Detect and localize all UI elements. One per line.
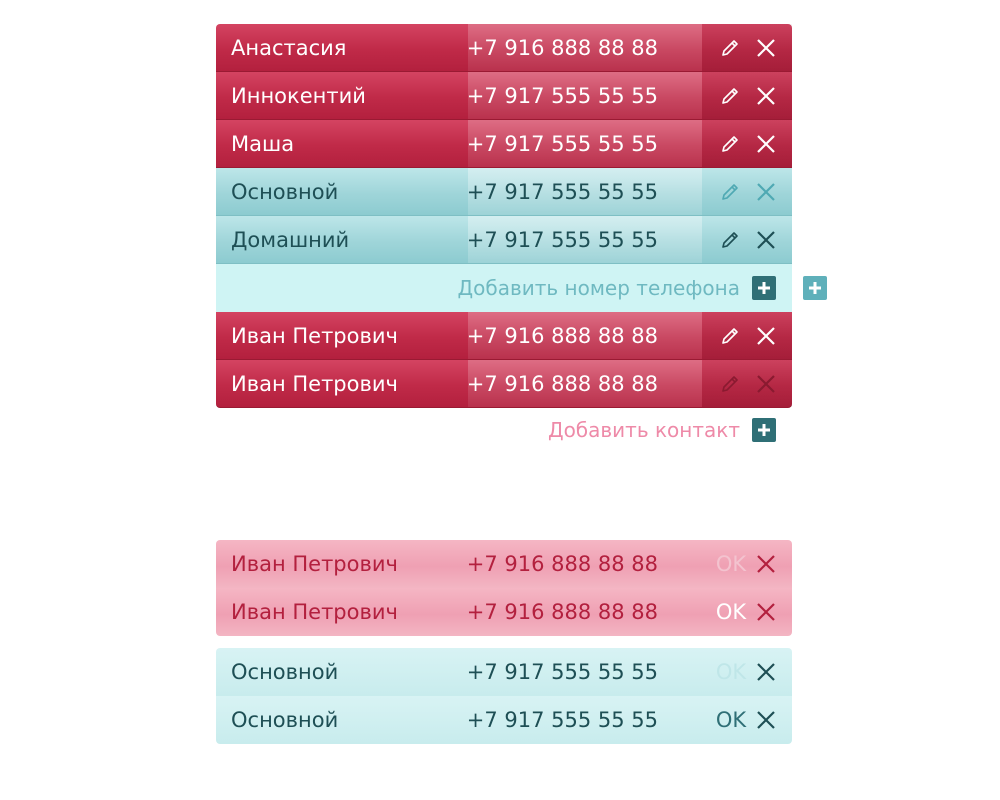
contact-name-field[interactable]: Иван Петрович bbox=[216, 600, 468, 624]
add-contact-row[interactable]: Добавить контакт bbox=[216, 418, 792, 442]
contact-row[interactable]: Анастасия +7 916 888 88 88 bbox=[216, 24, 792, 72]
ok-button[interactable]: OK bbox=[710, 552, 752, 576]
contact-row[interactable]: Маша +7 917 555 55 55 bbox=[216, 120, 792, 168]
edit-phone-list: Основной +7 917 555 55 55 OK Основной +7… bbox=[216, 648, 792, 744]
pencil-icon[interactable] bbox=[718, 324, 742, 348]
close-icon[interactable] bbox=[754, 552, 778, 576]
edit-contact-row[interactable]: Иван Петрович +7 916 888 88 88 OK bbox=[216, 540, 792, 588]
contact-row[interactable]: Иннокентий +7 917 555 55 55 bbox=[216, 72, 792, 120]
contact-name: Анастасия bbox=[231, 35, 347, 60]
phone-number-field[interactable]: +7 917 555 55 55 bbox=[467, 648, 702, 696]
add-phone-label[interactable]: Добавить номер телефона bbox=[458, 276, 741, 300]
contact-phone: +7 916 888 88 88 bbox=[467, 24, 702, 71]
ok-button[interactable]: OK bbox=[710, 660, 752, 684]
contact-phone: +7 916 888 88 88 bbox=[467, 312, 702, 359]
contact-name: Маша bbox=[231, 131, 295, 156]
ok-button[interactable]: OK bbox=[710, 600, 752, 624]
pencil-icon[interactable] bbox=[718, 228, 742, 252]
phone-label-field[interactable]: Основной bbox=[216, 660, 468, 684]
contact-row[interactable]: Иван Петрович +7 916 888 88 88 bbox=[216, 312, 792, 360]
add-contact-label[interactable]: Добавить контакт bbox=[548, 418, 740, 442]
phone-label: Домашний bbox=[231, 227, 350, 252]
phone-number: +7 917 555 55 55 bbox=[467, 168, 702, 215]
contact-name: Иван Петрович bbox=[231, 323, 398, 348]
plus-icon[interactable] bbox=[752, 418, 776, 442]
phone-label-field[interactable]: Основной bbox=[216, 708, 468, 732]
close-icon[interactable] bbox=[754, 600, 778, 624]
pencil-icon[interactable] bbox=[718, 36, 742, 60]
contact-list: Анастасия +7 916 888 88 88 Иннокентий +7… bbox=[216, 24, 792, 408]
contact-phone-field[interactable]: +7 916 888 88 88 bbox=[467, 588, 702, 636]
contact-name-field[interactable]: Иван Петрович bbox=[216, 552, 468, 576]
close-icon[interactable] bbox=[754, 180, 778, 204]
close-icon[interactable] bbox=[754, 132, 778, 156]
plus-icon[interactable] bbox=[803, 276, 827, 300]
phone-number-field[interactable]: +7 917 555 55 55 bbox=[467, 696, 702, 744]
phone-row[interactable]: Основной +7 917 555 55 55 bbox=[216, 168, 792, 216]
phone-number: +7 917 555 55 55 bbox=[467, 216, 702, 263]
add-phone-row[interactable]: Добавить номер телефона bbox=[216, 264, 792, 312]
close-icon[interactable] bbox=[754, 660, 778, 684]
contact-phone: +7 917 555 55 55 bbox=[467, 72, 702, 119]
pencil-icon[interactable] bbox=[718, 132, 742, 156]
phone-row[interactable]: Домашний +7 917 555 55 55 bbox=[216, 216, 792, 264]
edit-phone-row[interactable]: Основной +7 917 555 55 55 OK bbox=[216, 648, 792, 696]
close-icon[interactable] bbox=[754, 228, 778, 252]
contact-row[interactable]: Иван Петрович +7 916 888 88 88 bbox=[216, 360, 792, 408]
close-icon[interactable] bbox=[754, 372, 778, 396]
edit-contact-list: Иван Петрович +7 916 888 88 88 OK Иван П… bbox=[216, 540, 792, 636]
edit-contact-row[interactable]: Иван Петрович +7 916 888 88 88 OK bbox=[216, 588, 792, 636]
contact-name: Иван Петрович bbox=[231, 371, 398, 396]
close-icon[interactable] bbox=[754, 84, 778, 108]
contact-phone: +7 917 555 55 55 bbox=[467, 120, 702, 167]
pencil-icon[interactable] bbox=[718, 372, 742, 396]
plus-icon[interactable] bbox=[752, 276, 776, 300]
ok-button[interactable]: OK bbox=[710, 708, 752, 732]
close-icon[interactable] bbox=[754, 324, 778, 348]
edit-phone-row[interactable]: Основной +7 917 555 55 55 OK bbox=[216, 696, 792, 744]
contact-phone: +7 916 888 88 88 bbox=[467, 360, 702, 407]
contact-phone-field[interactable]: +7 916 888 88 88 bbox=[467, 540, 702, 588]
close-icon[interactable] bbox=[754, 36, 778, 60]
pencil-icon[interactable] bbox=[718, 84, 742, 108]
contact-name: Иннокентий bbox=[231, 83, 366, 108]
pencil-icon[interactable] bbox=[718, 180, 742, 204]
close-icon[interactable] bbox=[754, 708, 778, 732]
phone-label: Основной bbox=[231, 179, 339, 204]
